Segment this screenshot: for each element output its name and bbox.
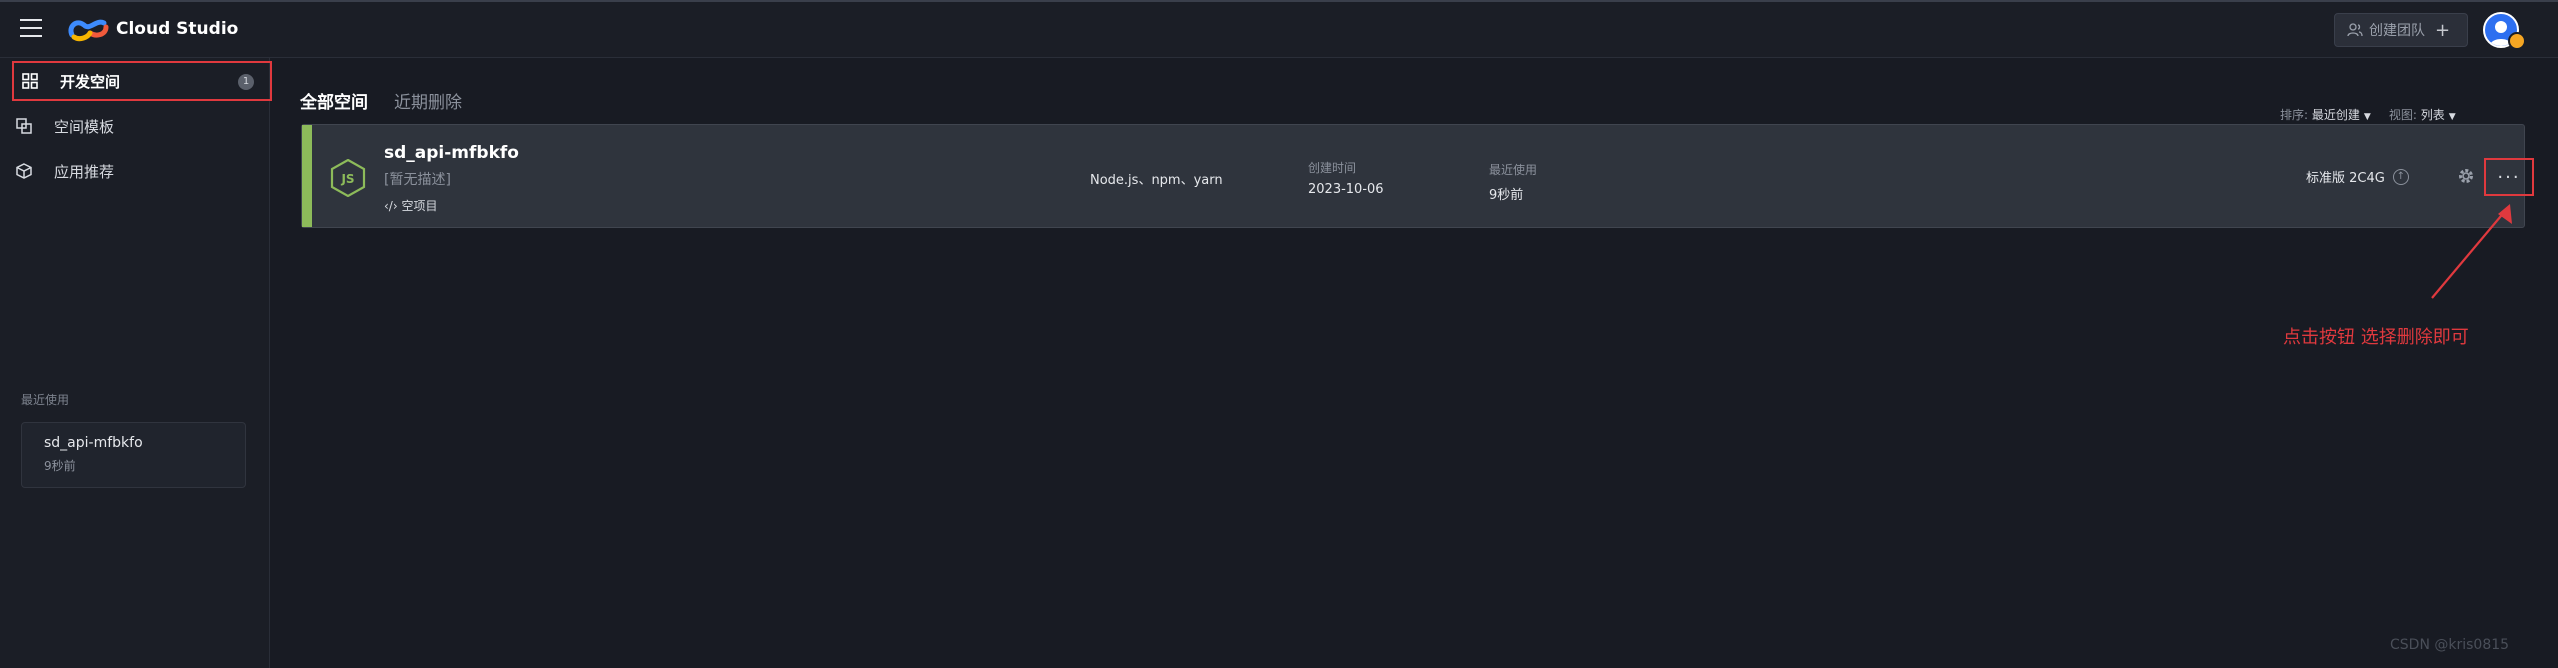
view-dropdown[interactable]: 视图: 列表 ▼ [2389,106,2456,123]
recent-section-title: 最近使用 [21,393,70,407]
menu-icon[interactable] [20,19,42,39]
create-team-label: 创建团队 [2369,23,2425,39]
workspace-spec: 标准版 2C4G ↑ [2306,167,2409,186]
workspace-card[interactable]: JS sd_api-mfbkfo [暂无描述] ‹/› 空项目 Node.js、… [301,124,2534,228]
workspace-tabs: 全部空间 近期删除 [300,88,462,113]
create-team-button[interactable]: 创建团队 + [2334,13,2468,47]
status-accent-bar [302,125,312,227]
sidebar-item-dev-space[interactable]: 开发空间 1 [12,61,272,101]
app-title[interactable]: Cloud Studio [116,19,238,39]
team-icon [2347,23,2363,37]
annotation-text: 点击按钮 选择删除即可 [2283,327,2469,348]
cube-icon [14,161,34,181]
gear-icon[interactable] [2457,167,2475,185]
recent-workspace-time: 9秒前 [44,459,76,473]
upgrade-icon[interactable]: ↑ [2392,168,2409,185]
view-label: 视图: [2388,108,2417,122]
sidebar: 开发空间 1 空间模板 应用推荐 最近使用 sd_api-mfbkfo 9秒前 [0,58,272,668]
sidebar-item-label: 应用推荐 [54,162,115,181]
created-label: 创建时间 [1308,161,1357,175]
tab-all-spaces[interactable]: 全部空间 [300,88,368,113]
chevron-down-icon: ▼ [2363,112,2371,122]
created-value: 2023-10-06 [1308,182,1384,197]
plus-icon: + [2435,19,2451,41]
chevron-down-icon: ▼ [2448,112,2456,122]
sidebar-item-app-recommend[interactable]: 应用推荐 [14,153,270,189]
workspace-name[interactable]: sd_api-mfbkfo [384,143,519,163]
sort-dropdown[interactable]: 排序: 最近创建 ▼ [2280,106,2371,123]
workspace-stack: Node.js、npm、yarn [1090,173,1223,188]
sort-view-controls: 排序: 最近创建 ▼ 视图: 列表 ▼ [2280,106,2456,123]
annotation-arrow-icon [2431,204,2512,299]
count-badge: 1 [238,74,254,90]
last-used-label: 最近使用 [1489,163,1538,177]
workspace-project-type: ‹/› 空项目 [384,199,438,213]
top-bar: Cloud Studio 创建团队 + [0,0,2558,58]
spec-label: 标准版 2C4G [2306,171,2385,186]
workspace-last-used: 最近使用 9秒前 [1489,161,1537,203]
svg-text:JS: JS [340,172,354,186]
ellipsis-icon: ··· [2497,166,2521,188]
last-used-value: 9秒前 [1489,188,1524,203]
recent-workspace-card[interactable]: sd_api-mfbkfo 9秒前 [21,422,246,488]
sort-value: 最近创建 [2311,108,2360,122]
sidebar-item-label: 空间模板 [54,117,115,136]
grid-icon [20,71,40,91]
workspace-description: [暂无描述] [384,172,451,188]
view-value: 列表 [2420,108,2445,122]
copy-icon [14,116,34,136]
sort-label: 排序: [2280,108,2309,122]
tab-recently-deleted[interactable]: 近期删除 [394,88,462,113]
workspace-created: 创建时间 2023-10-06 [1308,159,1384,197]
watermark: CSDN @kris0815 [2390,637,2510,653]
cloud-studio-logo[interactable] [66,15,110,43]
sidebar-item-label: 开发空间 [60,72,121,91]
recent-workspace-name: sd_api-mfbkfo [44,435,143,451]
account-badge-icon [2508,32,2526,50]
more-options-button[interactable]: ··· [2484,158,2534,196]
nodejs-icon: JS [330,159,366,197]
sidebar-item-templates[interactable]: 空间模板 [14,108,270,144]
